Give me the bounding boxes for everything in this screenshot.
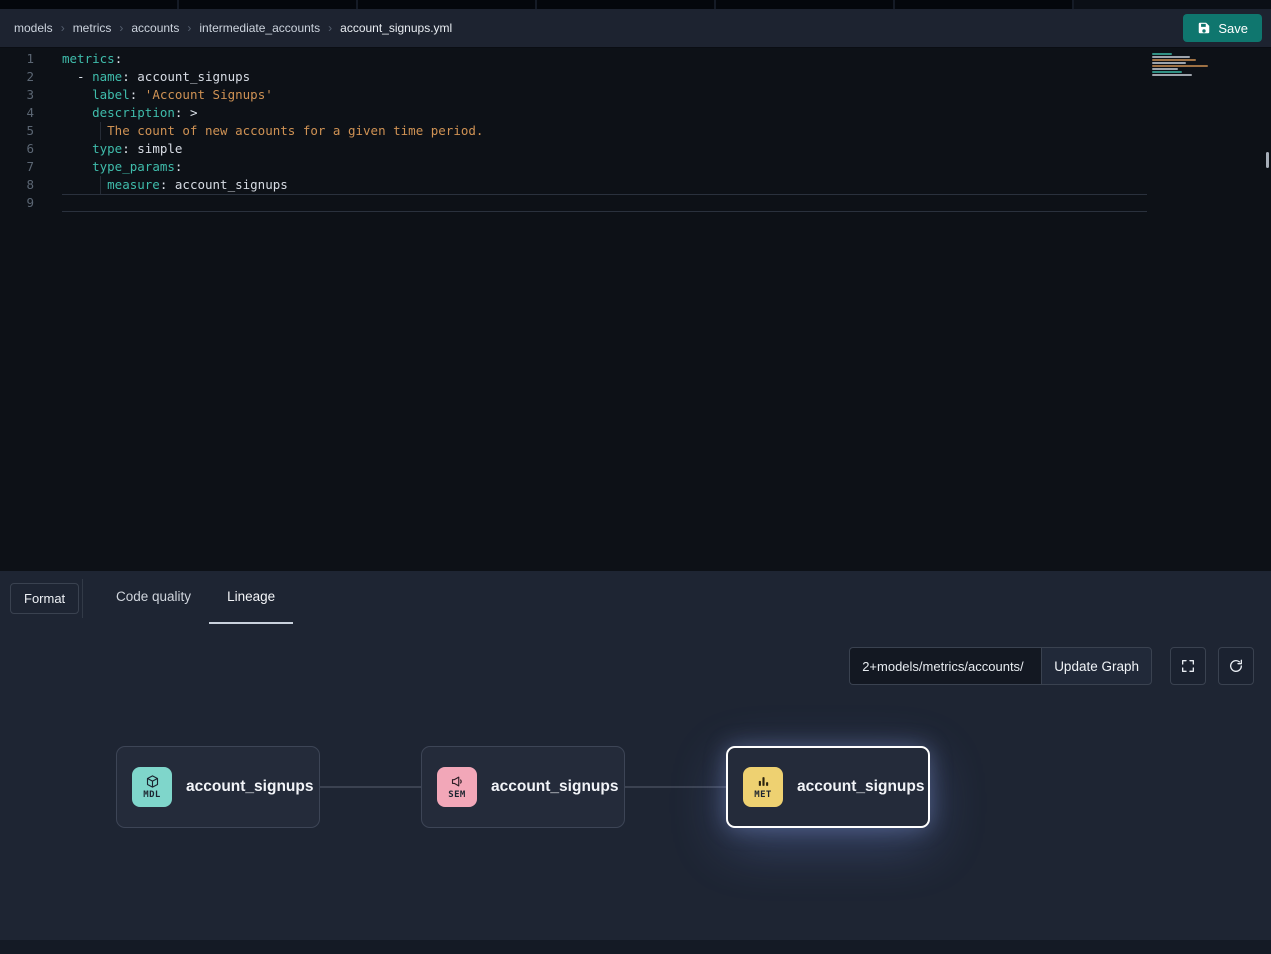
tab-lineage[interactable]: Lineage [209, 571, 293, 624]
bottom-panel: Format Code quality Lineage Update Graph [0, 571, 1271, 954]
lineage-node-metric[interactable]: MET account_signups [726, 746, 930, 828]
badge-label: SEM [448, 790, 465, 800]
semantic-badge: SEM [437, 767, 477, 807]
indent-guide [100, 122, 101, 140]
update-graph-button[interactable]: Update Graph [1041, 647, 1152, 685]
lineage-node-semantic-model[interactable]: SEM account_signups [421, 746, 625, 828]
line-number: 5 [0, 122, 34, 140]
line-number: 1 [0, 50, 34, 68]
refresh-icon [1228, 658, 1244, 674]
breadcrumb-item-metrics[interactable]: metrics [73, 21, 112, 35]
editor-tab[interactable] [0, 0, 177, 9]
lineage-controls: Update Graph [849, 647, 1254, 685]
line-number: 4 [0, 104, 34, 122]
editor-tab[interactable] [537, 0, 714, 9]
code-line-active [62, 194, 1147, 212]
breadcrumb-item-intermediate-accounts[interactable]: intermediate_accounts [199, 21, 320, 35]
code-line: The count of new accounts for a given ti… [62, 122, 1147, 140]
editor-tab[interactable] [179, 0, 356, 9]
lineage-node-model[interactable]: MDL account_signups [116, 746, 320, 828]
code-editor[interactable]: 1 2 3 4 5 6 7 8 9 metrics: - name: accou… [0, 48, 1271, 571]
panel-tabs: Code quality Lineage [98, 571, 293, 624]
breadcrumb-separator: › [187, 21, 191, 35]
breadcrumb-item-accounts[interactable]: accounts [131, 21, 179, 35]
code-line: type_params: [62, 158, 1147, 176]
minimap[interactable] [1152, 53, 1212, 77]
save-button-label: Save [1218, 21, 1248, 36]
editor-scrollbar[interactable] [1264, 48, 1271, 571]
scrollbar-thumb[interactable] [1266, 152, 1269, 168]
breadcrumb-item-file[interactable]: account_signups.yml [340, 21, 452, 35]
node-label: account_signups [186, 778, 313, 796]
line-number: 8 [0, 176, 34, 194]
save-button[interactable]: Save [1183, 14, 1262, 42]
line-number: 7 [0, 158, 34, 176]
breadcrumb-separator: › [61, 21, 65, 35]
line-number: 2 [0, 68, 34, 86]
code-line: measure: account_signups [62, 176, 1147, 194]
header-divider [82, 579, 83, 618]
breadcrumb-separator: › [328, 21, 332, 35]
line-number: 3 [0, 86, 34, 104]
line-number-gutter: 1 2 3 4 5 6 7 8 9 [0, 48, 44, 571]
line-number: 9 [0, 194, 34, 212]
node-label: account_signups [797, 778, 924, 796]
code-area[interactable]: metrics: - name: account_signups label: … [44, 48, 1147, 571]
tab-strip-filler [1074, 0, 1271, 9]
model-selector-input[interactable] [849, 647, 1041, 685]
node-label: account_signups [491, 778, 618, 796]
code-line: description: > [62, 104, 1147, 122]
model-selector-group: Update Graph [849, 647, 1152, 685]
megaphone-icon [450, 774, 465, 789]
code-line: type: simple [62, 140, 1147, 158]
fullscreen-icon [1180, 658, 1196, 674]
format-button[interactable]: Format [10, 583, 79, 614]
lineage-edge [625, 786, 726, 788]
breadcrumb-item-models[interactable]: models [14, 21, 53, 35]
code-line: metrics: [62, 50, 1147, 68]
editor-tab[interactable] [895, 0, 1072, 9]
cube-icon [145, 774, 160, 789]
footer-strip [0, 940, 1271, 954]
breadcrumb-separator: › [119, 21, 123, 35]
indent-guide [100, 176, 101, 194]
metric-badge: MET [743, 767, 783, 807]
lineage-edge [320, 786, 421, 788]
editor-tab[interactable] [716, 0, 893, 9]
code-line: label: 'Account Signups' [62, 86, 1147, 104]
editor-tab-strip [0, 0, 1271, 9]
bar-chart-icon [756, 774, 771, 789]
badge-label: MET [754, 790, 771, 800]
badge-label: MDL [143, 790, 160, 800]
line-number: 6 [0, 140, 34, 158]
fullscreen-button[interactable] [1170, 647, 1206, 685]
breadcrumb-bar: models › metrics › accounts › intermedia… [0, 9, 1271, 48]
code-line: - name: account_signups [62, 68, 1147, 86]
save-icon [1197, 21, 1211, 35]
model-badge: MDL [132, 767, 172, 807]
tab-code-quality[interactable]: Code quality [98, 571, 209, 624]
editor-tab[interactable] [358, 0, 535, 9]
refresh-button[interactable] [1218, 647, 1254, 685]
